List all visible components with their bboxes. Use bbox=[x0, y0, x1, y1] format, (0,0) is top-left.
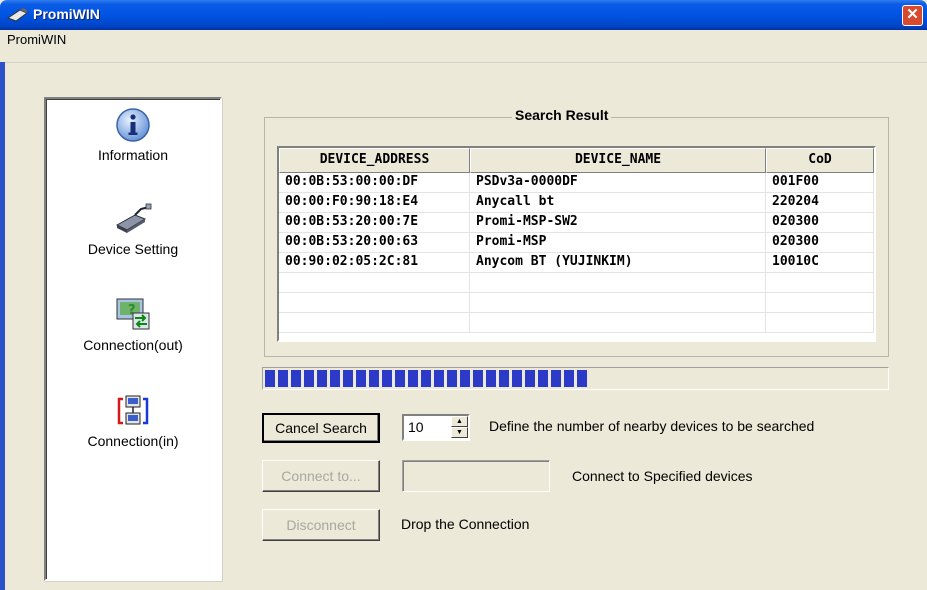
sidebar-item-label: Information bbox=[97, 147, 169, 163]
table-cell: PSDv3a-0000DF bbox=[470, 173, 766, 192]
device-count-value[interactable]: 10 bbox=[408, 419, 424, 435]
table-row[interactable] bbox=[279, 313, 874, 333]
sidebar-item-information[interactable]: Information bbox=[46, 105, 220, 163]
table-cell: Anycall bt bbox=[470, 193, 766, 212]
search-result-table[interactable]: DEVICE_ADDRESS DEVICE_NAME CoD 00:0B:53:… bbox=[277, 146, 876, 342]
table-cell bbox=[766, 313, 874, 332]
progress-fill bbox=[265, 370, 588, 387]
column-header-cod[interactable]: CoD bbox=[766, 148, 874, 173]
app-icon bbox=[7, 8, 29, 22]
sidebar: Information Device Setting ? Connection(… bbox=[44, 97, 222, 581]
table-cell: 00:0B:53:20:00:63 bbox=[279, 233, 470, 252]
table-row[interactable]: 00:0B:53:00:00:DF PSDv3a-0000DF 001F00 bbox=[279, 173, 874, 193]
disconnect-hint: Drop the Connection bbox=[401, 516, 530, 532]
disconnect-button[interactable]: Disconnect bbox=[262, 509, 380, 541]
table-cell bbox=[766, 293, 874, 312]
connect-to-button[interactable]: Connect to... bbox=[262, 460, 380, 492]
table-cell: 00:00:F0:90:18:E4 bbox=[279, 193, 470, 212]
sidebar-item-label: Connection(in) bbox=[87, 433, 179, 449]
cancel-search-button[interactable]: Cancel Search bbox=[262, 413, 380, 443]
info-icon bbox=[113, 105, 153, 145]
sidebar-item-connection-out[interactable]: ? Connection(out) bbox=[46, 295, 220, 353]
table-cell: 10010C bbox=[766, 253, 874, 272]
spin-down-button[interactable]: ▼ bbox=[451, 427, 468, 438]
table-cell: 00:0B:53:00:00:DF bbox=[279, 173, 470, 192]
table-cell: 00:90:02:05:2C:81 bbox=[279, 253, 470, 272]
table-cell: Promi-MSP-SW2 bbox=[470, 213, 766, 232]
table-row[interactable]: 00:90:02:05:2C:81 Anycom BT (YUJINKIM) 100… bbox=[279, 253, 874, 273]
sidebar-item-label: Connection(out) bbox=[83, 337, 183, 353]
table-row[interactable]: 00:0B:53:20:00:7E Promi-MSP-SW2 020300 bbox=[279, 213, 874, 233]
table-header: DEVICE_ADDRESS DEVICE_NAME CoD bbox=[279, 148, 874, 173]
device-adapter-icon bbox=[113, 199, 153, 239]
table-cell: Promi-MSP bbox=[470, 233, 766, 252]
connection-in-icon bbox=[113, 391, 153, 431]
window-title: PromiWIN bbox=[33, 6, 100, 22]
search-progress-bar bbox=[262, 367, 889, 390]
sidebar-item-device-setting[interactable]: Device Setting bbox=[46, 199, 220, 257]
table-body: 00:0B:53:00:00:DF PSDv3a-0000DF 001F00 00:0… bbox=[279, 173, 874, 333]
table-cell bbox=[766, 273, 874, 292]
table-row[interactable] bbox=[279, 273, 874, 293]
table-cell bbox=[470, 313, 766, 332]
table-cell bbox=[279, 293, 470, 312]
table-cell bbox=[279, 273, 470, 292]
table-row[interactable]: 00:00:F0:90:18:E4 Anycall bt 220204 bbox=[279, 193, 874, 213]
menu-bar: PromiWIN bbox=[0, 30, 927, 63]
column-header-device-address[interactable]: DEVICE_ADDRESS bbox=[279, 148, 470, 173]
device-count-hint: Define the number of nearby devices to b… bbox=[489, 418, 815, 434]
table-cell: Anycom BT (YUJINKIM) bbox=[470, 253, 766, 272]
close-button[interactable]: ✕ bbox=[902, 5, 923, 26]
menu-item-promiwin[interactable]: PromiWIN bbox=[7, 32, 66, 47]
sidebar-item-connection-in[interactable]: Connection(in) bbox=[46, 391, 220, 449]
connect-hint: Connect to Specified devices bbox=[572, 468, 753, 484]
table-cell: 00:0B:53:20:00:7E bbox=[279, 213, 470, 232]
connection-out-icon: ? bbox=[113, 295, 153, 335]
window-left-edge bbox=[0, 62, 5, 590]
title-bar: PromiWIN ✕ bbox=[0, 0, 927, 30]
table-row[interactable] bbox=[279, 293, 874, 313]
table-cell: 001F00 bbox=[766, 173, 874, 192]
device-count-spinner[interactable]: 10 ▲ ▼ bbox=[402, 414, 470, 441]
sidebar-item-label: Device Setting bbox=[87, 241, 179, 257]
close-icon: ✕ bbox=[906, 6, 919, 23]
connect-address-field[interactable] bbox=[402, 460, 550, 492]
table-cell: 020300 bbox=[766, 213, 874, 232]
table-row[interactable]: 00:0B:53:20:00:63 Promi-MSP 020300 bbox=[279, 233, 874, 253]
table-cell bbox=[470, 293, 766, 312]
table-cell bbox=[470, 273, 766, 292]
table-cell: 020300 bbox=[766, 233, 874, 252]
table-cell bbox=[279, 313, 470, 332]
spin-up-button[interactable]: ▲ bbox=[451, 416, 468, 427]
column-header-device-name[interactable]: DEVICE_NAME bbox=[470, 148, 766, 173]
search-result-title: Search Result bbox=[512, 107, 612, 123]
table-cell: 220204 bbox=[766, 193, 874, 212]
